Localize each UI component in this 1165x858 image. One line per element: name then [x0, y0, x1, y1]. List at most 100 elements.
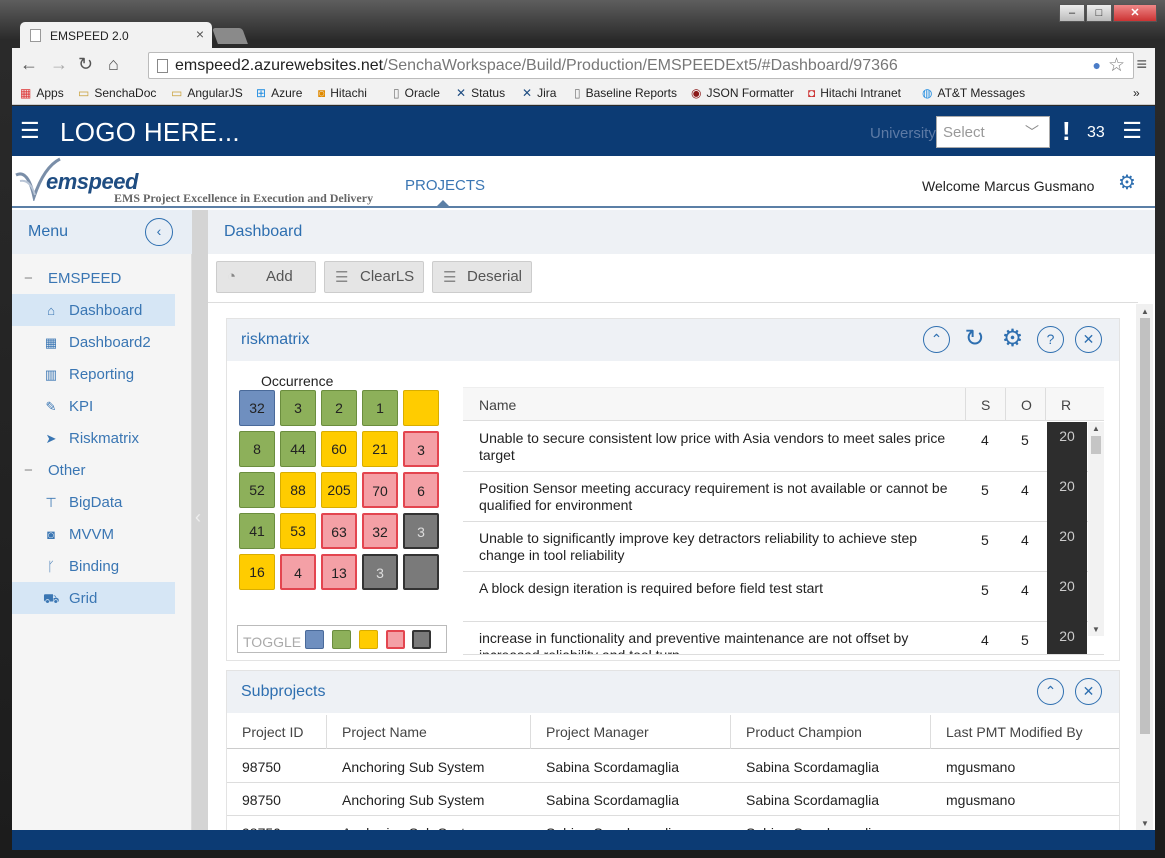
risk-cell[interactable]: 3 — [362, 554, 398, 590]
risk-cell[interactable]: 52 — [239, 472, 275, 508]
bookmark-status[interactable]: ✕ Status — [456, 86, 505, 100]
gear-icon[interactable]: ⚙ — [999, 326, 1026, 353]
help-icon[interactable]: ? — [1037, 326, 1064, 353]
bookmark-hitachi[interactable]: ◙ Hitachi — [318, 86, 367, 100]
sidebar-item-binding[interactable]: ᚴ Binding — [12, 550, 175, 582]
new-tab-button[interactable] — [212, 28, 248, 44]
forward-icon[interactable]: → — [50, 54, 68, 75]
sidebar-item-kpi[interactable]: ✎ KPI — [12, 390, 175, 422]
collapse-sidebar-button[interactable]: ‹ — [145, 218, 173, 246]
home-icon[interactable]: ⌂ — [108, 54, 119, 75]
sidebar-item-dashboard[interactable]: ⌂ Dashboard — [12, 294, 175, 326]
risk-cell[interactable]: 1 — [362, 390, 398, 426]
sidebar-item-mvvm[interactable]: ◙ MVVM — [12, 518, 175, 550]
bookmark-jira[interactable]: ✕ Jira — [522, 86, 556, 100]
risk-row[interactable]: Position Sensor meeting accuracy require… — [463, 472, 1104, 522]
column-header-project-name[interactable]: Project Name — [342, 724, 427, 740]
risk-row[interactable]: Unable to significantly improve key detr… — [463, 522, 1104, 572]
scroll-down-arrow[interactable]: ▼ — [1141, 819, 1149, 828]
risk-cell[interactable]: 53 — [280, 513, 316, 549]
bookmark-azure[interactable]: ⊞ Azure — [256, 86, 302, 100]
risk-row[interactable]: increase in functionality and preventive… — [463, 622, 1104, 655]
scroll-up-arrow[interactable]: ▲ — [1092, 424, 1100, 433]
browser-tab[interactable]: EMSPEED 2.0 × — [20, 22, 212, 48]
risk-cell[interactable]: 3 — [280, 390, 316, 426]
table-row[interactable]: 98750 Anchoring Sub System Sabina Scordama… — [227, 783, 1119, 816]
collapse-up-icon[interactable]: ⌃ — [1037, 678, 1064, 705]
risk-cell[interactable]: 63 — [321, 513, 357, 549]
risk-row[interactable]: Unable to secure consistent low price wi… — [463, 422, 1104, 472]
risk-cell[interactable] — [403, 554, 439, 590]
sidebar-item-riskmatrix[interactable]: ➤ Riskmatrix — [12, 422, 175, 454]
toggle-blue-swatch[interactable] — [305, 630, 324, 649]
risk-row[interactable]: A block design iteration is required bef… — [463, 572, 1104, 622]
column-header-project-manager[interactable]: Project Manager — [546, 724, 649, 740]
column-header-s[interactable]: S — [981, 397, 990, 413]
collapse-up-icon[interactable]: ⌃ — [923, 326, 950, 353]
risk-cell[interactable]: 32 — [239, 390, 275, 426]
risk-cell[interactable]: 44 — [280, 431, 316, 467]
bookmarks-more[interactable]: » — [1133, 86, 1140, 100]
bookmark-baseline-reports[interactable]: ▯ Baseline Reports — [574, 86, 677, 100]
risk-cell[interactable]: 4 — [280, 554, 316, 590]
university-select[interactable]: Select ﹀ — [936, 116, 1050, 148]
column-header-product-champion[interactable]: Product Champion — [746, 724, 862, 740]
sidebar-item-reporting[interactable]: ▥ Reporting — [12, 358, 175, 390]
risk-cell[interactable]: 88 — [280, 472, 316, 508]
scroll-thumb[interactable] — [1091, 436, 1101, 454]
risk-cell[interactable]: 3 — [403, 431, 439, 467]
bookmark-star-icon[interactable]: ☆ — [1108, 54, 1125, 77]
settings-gear-icon[interactable]: ⚙ — [1118, 170, 1136, 195]
clearls-button[interactable]: ☰ ClearLS — [324, 261, 424, 293]
deserial-button[interactable]: ☰ Deserial — [432, 261, 532, 293]
bookmark-angularjs[interactable]: ▭ AngularJS — [171, 86, 243, 100]
bookmark-senchadoc[interactable]: ▭ SenchaDoc — [78, 86, 156, 100]
sidebar-item-dashboard2[interactable]: ▦ Dashboard2 — [12, 326, 175, 358]
close-window-button[interactable]: ✕ — [1113, 4, 1157, 22]
risk-cell[interactable]: 16 — [239, 554, 275, 590]
bookmark-att-messages[interactable]: ◍ AT&T Messages — [922, 86, 1025, 100]
column-header-last-pmt-modified-by[interactable]: Last PMT Modified By — [946, 724, 1083, 740]
risk-cell[interactable]: 13 — [321, 554, 357, 590]
bookmark-oracle[interactable]: ▯ Oracle — [393, 86, 440, 100]
risk-cell[interactable]: 2 — [321, 390, 357, 426]
bookmark-json-formatter[interactable]: ◉ JSON Formatter — [691, 86, 794, 100]
risk-cell[interactable]: 32 — [362, 513, 398, 549]
toggle-gray-swatch[interactable] — [412, 630, 431, 649]
scroll-thumb[interactable] — [1140, 318, 1150, 734]
sidebar-item-bigdata[interactable]: ⊤ BigData — [12, 486, 175, 518]
column-header-name[interactable]: Name — [479, 397, 516, 413]
toggle-yellow-swatch[interactable] — [359, 630, 378, 649]
back-icon[interactable]: ← — [20, 54, 38, 75]
risk-cell[interactable]: 205 — [321, 472, 357, 508]
tab-projects[interactable]: PROJECTS — [405, 177, 485, 194]
column-header-project-id[interactable]: Project ID — [242, 724, 303, 740]
risk-cell[interactable]: 6 — [403, 472, 439, 508]
sidebar-splitter[interactable]: ‹ — [192, 210, 208, 850]
column-header-o[interactable]: O — [1021, 397, 1032, 413]
scroll-up-arrow[interactable]: ▲ — [1141, 307, 1149, 316]
minimize-button[interactable]: – — [1059, 4, 1085, 22]
scroll-down-arrow[interactable]: ▼ — [1092, 625, 1100, 634]
bookmark-hitachi-intranet[interactable]: ◘ Hitachi Intranet — [808, 86, 901, 100]
nav-menu-icon[interactable]: ☰ — [20, 120, 40, 142]
reload-icon[interactable]: ↻ — [78, 54, 93, 75]
column-header-r[interactable]: R — [1061, 397, 1071, 413]
toggle-control[interactable]: TOGGLE — [237, 625, 447, 653]
user-menu-icon[interactable]: ☰ — [1122, 120, 1142, 142]
sidebar-group-other[interactable]: − Other — [12, 454, 175, 486]
sidebar-group-emspeed[interactable]: − EMSPEED — [12, 262, 175, 294]
main-scrollbar[interactable]: ▲ ▼ — [1136, 304, 1153, 830]
close-icon[interactable]: ✕ — [1075, 678, 1102, 705]
close-icon[interactable]: ✕ — [1075, 326, 1102, 353]
browser-menu-icon[interactable]: ≡ — [1136, 54, 1147, 75]
tab-close-icon[interactable]: × — [196, 26, 204, 42]
sidebar-item-grid[interactable]: ⛟ Grid — [12, 582, 175, 614]
risk-cell[interactable]: 60 — [321, 431, 357, 467]
risk-cell[interactable] — [403, 390, 439, 426]
toggle-green-swatch[interactable] — [332, 630, 351, 649]
risk-cell[interactable]: 70 — [362, 472, 398, 508]
refresh-icon[interactable]: ↻ — [961, 326, 988, 353]
risk-cell[interactable]: 21 — [362, 431, 398, 467]
risk-cell[interactable]: 8 — [239, 431, 275, 467]
